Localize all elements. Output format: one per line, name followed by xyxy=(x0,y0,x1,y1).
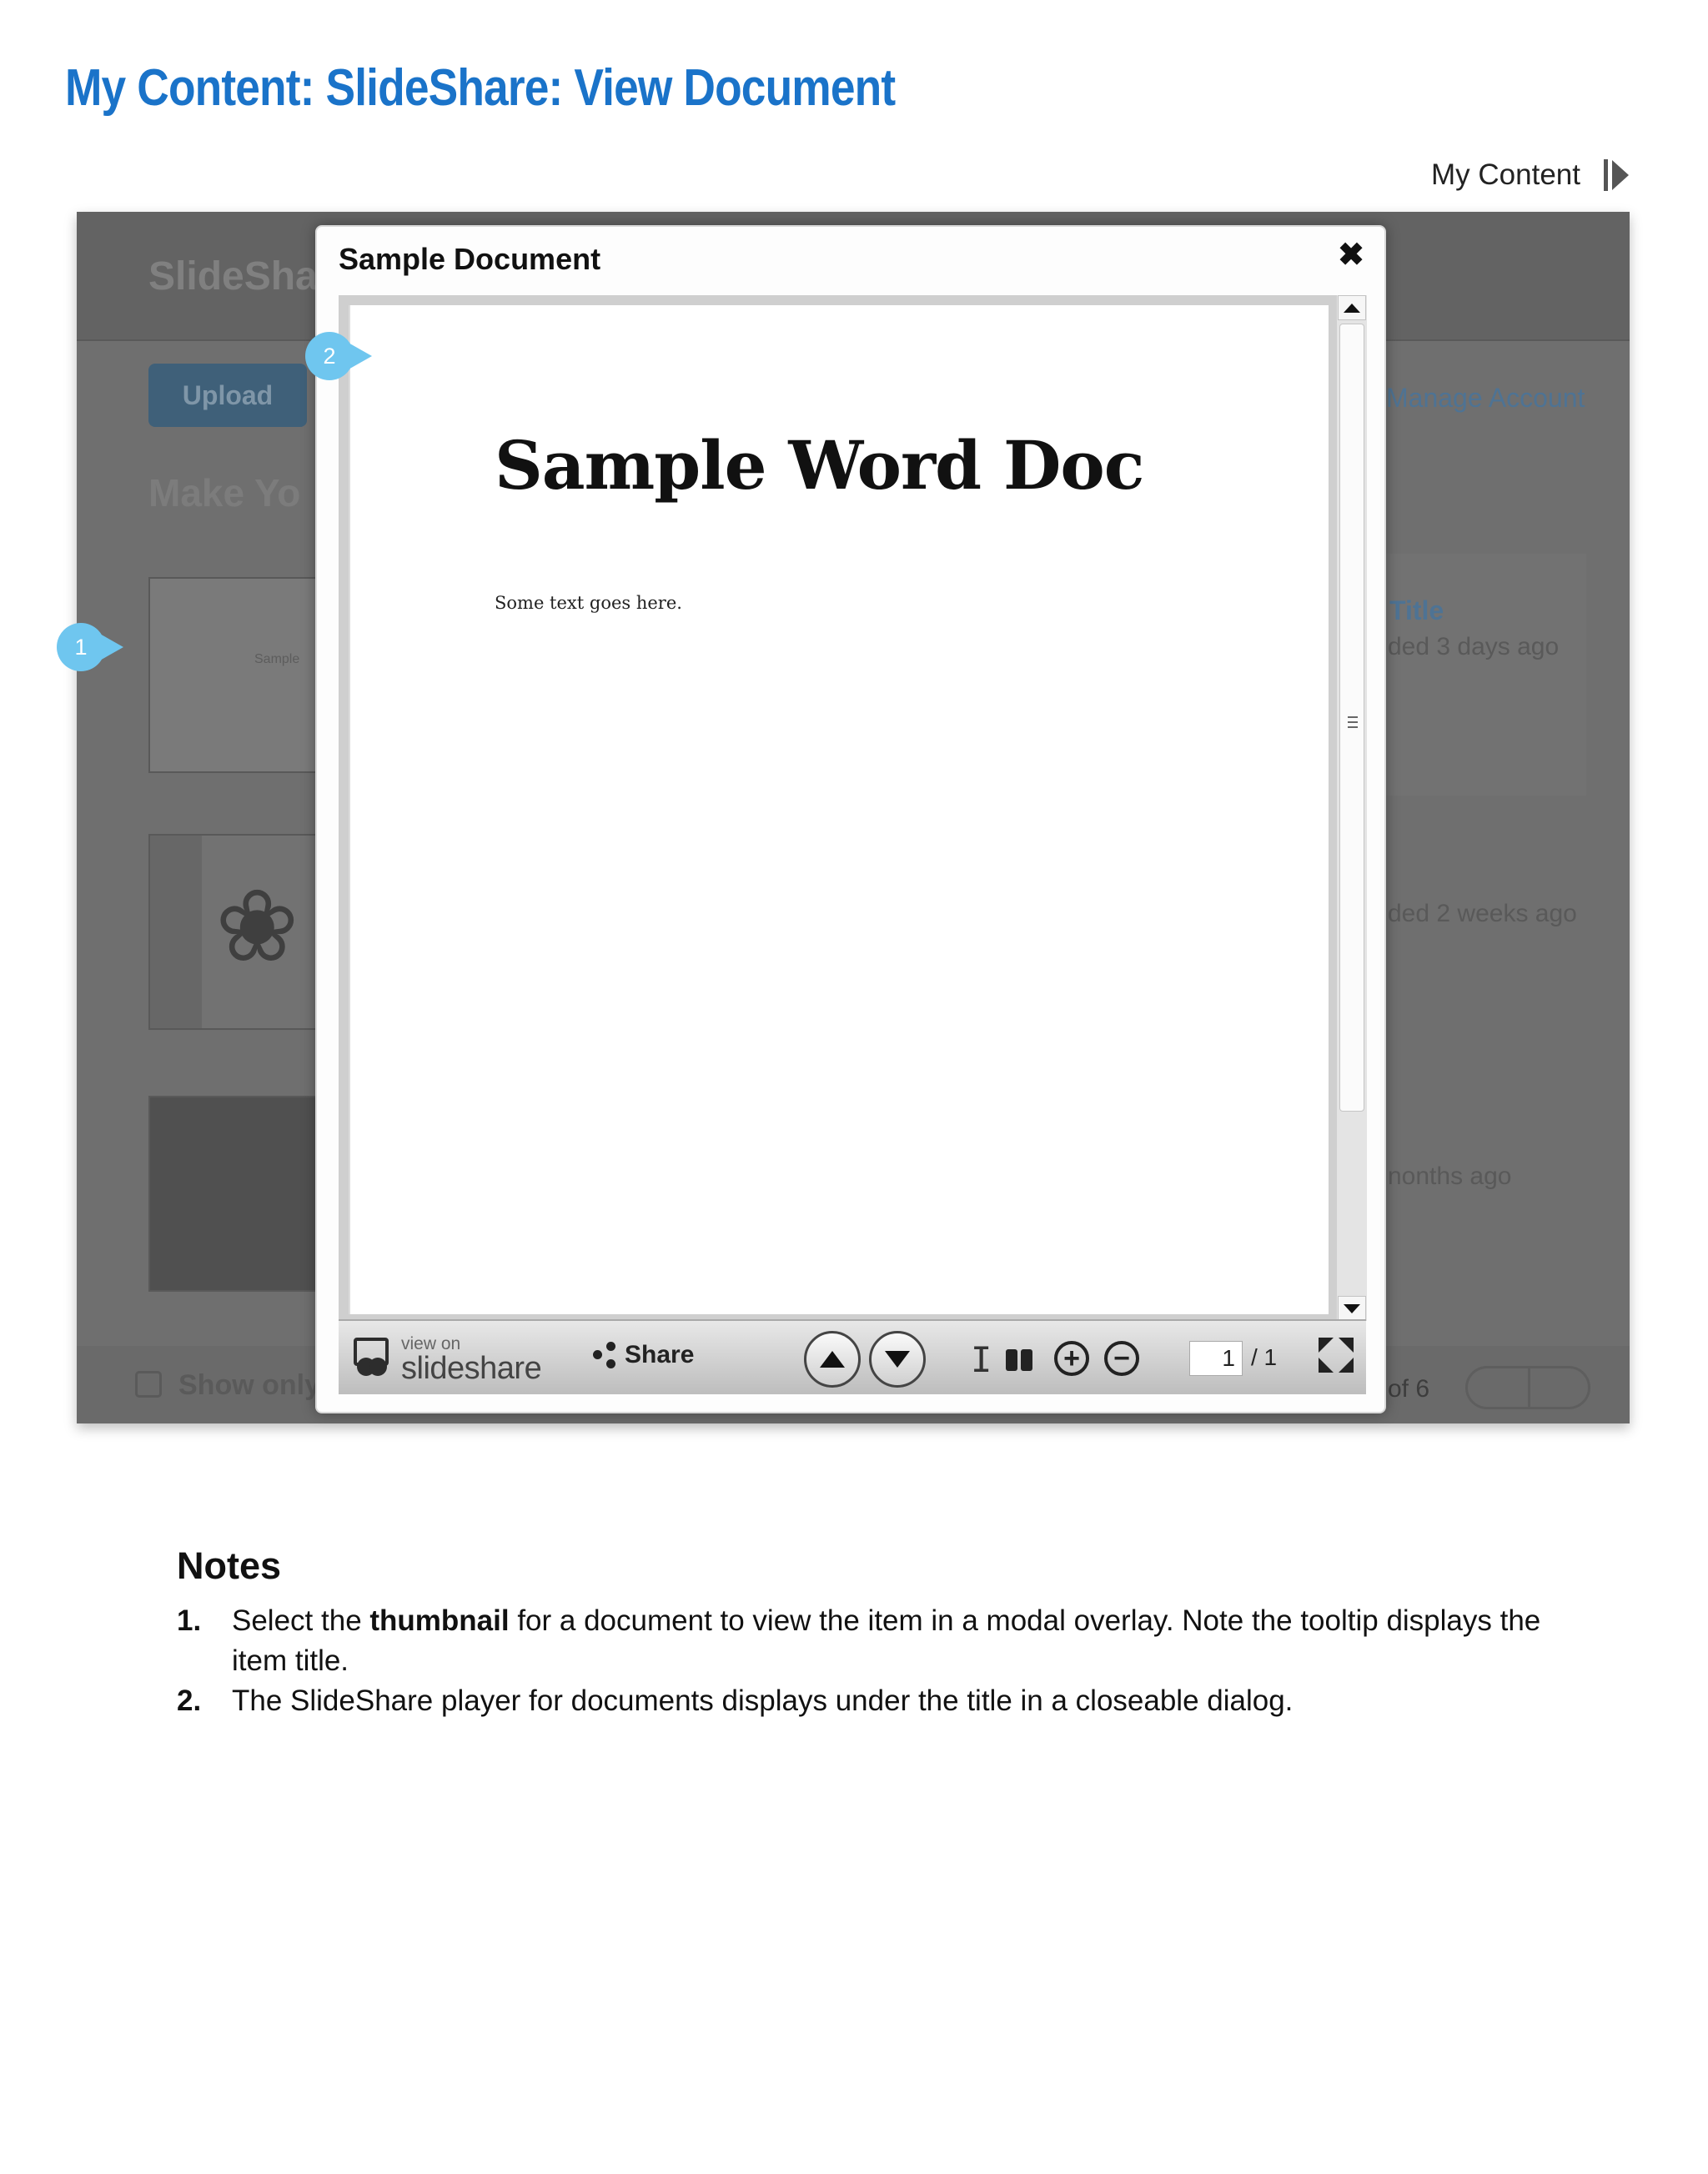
scroll-down-button[interactable] xyxy=(1338,1296,1366,1321)
callout-marker: 2 xyxy=(305,332,372,380)
note-item: 1. Select the thumbnail for a document to… xyxy=(177,1601,1595,1681)
slideshare-player: Sample Word Doc Some text goes here. vie… xyxy=(339,295,1367,1394)
note-number: 2. xyxy=(177,1684,202,1717)
notes-heading: Notes xyxy=(177,1544,282,1587)
item-meta: ded 3 days ago xyxy=(1388,633,1560,660)
breadcrumb[interactable]: My Content xyxy=(1431,158,1629,192)
upload-button[interactable]: Upload xyxy=(148,364,307,427)
item-meta: nonths ago xyxy=(1388,1162,1512,1190)
zoom-in-icon[interactable]: + xyxy=(1054,1341,1089,1376)
player-toolbar: view on slideshare Share I + − 1 / 1 xyxy=(339,1319,1366,1394)
callout-marker: 1 xyxy=(57,623,123,671)
scrollbar-thumb[interactable] xyxy=(1339,324,1364,1112)
share-button[interactable]: Share xyxy=(593,1341,694,1369)
plant-image: ❀ xyxy=(215,871,299,982)
share-label: Share xyxy=(625,1341,695,1368)
document-body: Some text goes here. xyxy=(495,593,682,613)
slideshare-link[interactable]: slideshare xyxy=(401,1351,542,1387)
modal-title: Sample Document xyxy=(339,242,601,276)
slideshare-logo-icon[interactable] xyxy=(352,1333,390,1381)
document-modal: Sample Document ✖ Sample Word Doc Some t… xyxy=(315,225,1386,1413)
note-number: 1. xyxy=(177,1604,202,1637)
pager-count: of 6 xyxy=(1388,1375,1430,1403)
pager-buttons[interactable] xyxy=(1465,1366,1590,1409)
item-card xyxy=(1386,554,1586,796)
page-title: My Content: SlideShare: View Document xyxy=(65,59,896,117)
page-number-input[interactable]: 1 xyxy=(1189,1341,1243,1376)
manage-account-link[interactable]: Manage Account xyxy=(1386,383,1585,414)
app-brand: SlideSha xyxy=(148,254,318,299)
scroll-up-button[interactable] xyxy=(1338,295,1366,320)
show-only-checkbox[interactable] xyxy=(135,1371,162,1398)
next-page-icon[interactable] xyxy=(869,1331,926,1388)
note-emphasis: thumbnail xyxy=(369,1604,510,1637)
thumbnail-label: Sample xyxy=(254,652,300,666)
note-text: Select the xyxy=(232,1604,370,1637)
grip-icon xyxy=(1348,716,1358,731)
item-title-link[interactable]: Title xyxy=(1389,595,1444,626)
share-icon xyxy=(593,1342,616,1368)
note-text: The SlideShare player for documents disp… xyxy=(232,1684,1294,1717)
page-total: / 1 xyxy=(1251,1344,1278,1370)
show-only-label: Show only xyxy=(178,1369,320,1401)
previous-page-icon[interactable] xyxy=(804,1331,861,1388)
text-select-icon[interactable]: I xyxy=(971,1339,992,1380)
breadcrumb-label: My Content xyxy=(1431,158,1580,191)
fullscreen-icon[interactable] xyxy=(1319,1338,1354,1373)
document-page: Sample Word Doc Some text goes here. xyxy=(349,305,1329,1314)
notes-section: Notes 1. Select the thumbnail for a docum… xyxy=(177,1544,1595,1721)
note-item: 2. The SlideShare player for documents di… xyxy=(177,1681,1595,1721)
vertical-scrollbar[interactable] xyxy=(1337,295,1367,1321)
document-heading: Sample Word Doc xyxy=(495,426,1144,505)
section-heading: Make Yo xyxy=(148,471,301,515)
close-icon[interactable]: ✖ xyxy=(1334,238,1368,272)
find-icon[interactable] xyxy=(1006,1343,1034,1371)
next-arrow-icon[interactable] xyxy=(1604,159,1629,191)
zoom-out-icon[interactable]: − xyxy=(1104,1341,1139,1376)
item-meta: ded 2 weeks ago xyxy=(1388,900,1577,927)
